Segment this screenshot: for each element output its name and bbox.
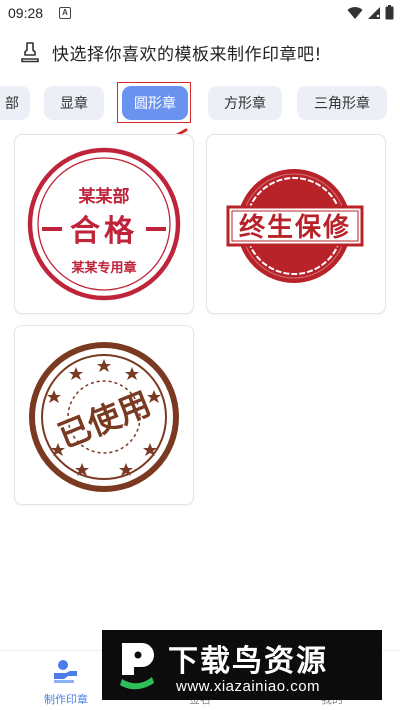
stamp-middle-text: 已使用 (53, 384, 156, 455)
stamp-top-text: 某某部 (79, 186, 130, 207)
tab-round-stamp[interactable]: 圆形章 (122, 86, 188, 120)
hand-stamp-icon (54, 660, 77, 683)
watermark-banner: 下载鸟资源 www.xiazainiao.com (102, 630, 382, 700)
page-title: 快选择你喜欢的模板来制作印章吧! (52, 44, 322, 65)
page-header: 快选择你喜欢的模板来制作印章吧! (0, 36, 400, 68)
signal-icon (368, 6, 380, 19)
watermark-url: www.xiazainiao.com (176, 678, 321, 695)
tab-label: 显章 (60, 96, 88, 112)
tab-triangle-stamp[interactable]: 三角形章 (297, 86, 387, 120)
watermark-title: 下载鸟资源 (168, 644, 328, 679)
tab-label: 方形章 (224, 96, 266, 112)
template-card-qualified[interactable]: 某某部 合格 某某专用章 (14, 134, 194, 314)
nav-label: 制作印章 (44, 693, 88, 706)
tab-label: 圆形章 (134, 96, 176, 112)
status-bar: 09:28 A (0, 0, 400, 28)
qualified-stamp-image: 某某部 合格 某某专用章 (27, 147, 181, 301)
stamp-icon (21, 42, 39, 63)
battery-icon (385, 5, 394, 20)
tab-display-stamp[interactable]: 显章 (44, 86, 104, 120)
bird-logo-icon (120, 643, 154, 690)
stamp-bottom-text: 某某专用章 (70, 260, 136, 276)
category-tabs: 部 显章 圆形章 方形章 三角形章 (0, 86, 400, 120)
status-icons (347, 5, 394, 20)
used-stamp-image: 已使用 (29, 342, 179, 492)
template-card-used[interactable]: 已使用 (14, 325, 194, 505)
tab-label: 三角形章 (314, 96, 370, 112)
tab-partial[interactable]: 部 (0, 86, 30, 120)
wifi-icon (347, 6, 363, 19)
tab-label: 部 (5, 96, 19, 112)
template-card-lifetime-warranty[interactable]: 终生保修 (206, 134, 386, 314)
nav-make-stamp[interactable]: 制作印章 (26, 651, 106, 710)
stamp-middle-text: 终生保修 (239, 212, 351, 243)
tab-square-stamp[interactable]: 方形章 (208, 86, 282, 120)
a-letter-icon: A (59, 7, 71, 19)
stamp-middle-text: 合格 (70, 214, 138, 249)
lifetime-warranty-stamp-image: 终生保修 (226, 169, 364, 283)
status-time: 09:28 (8, 5, 44, 21)
